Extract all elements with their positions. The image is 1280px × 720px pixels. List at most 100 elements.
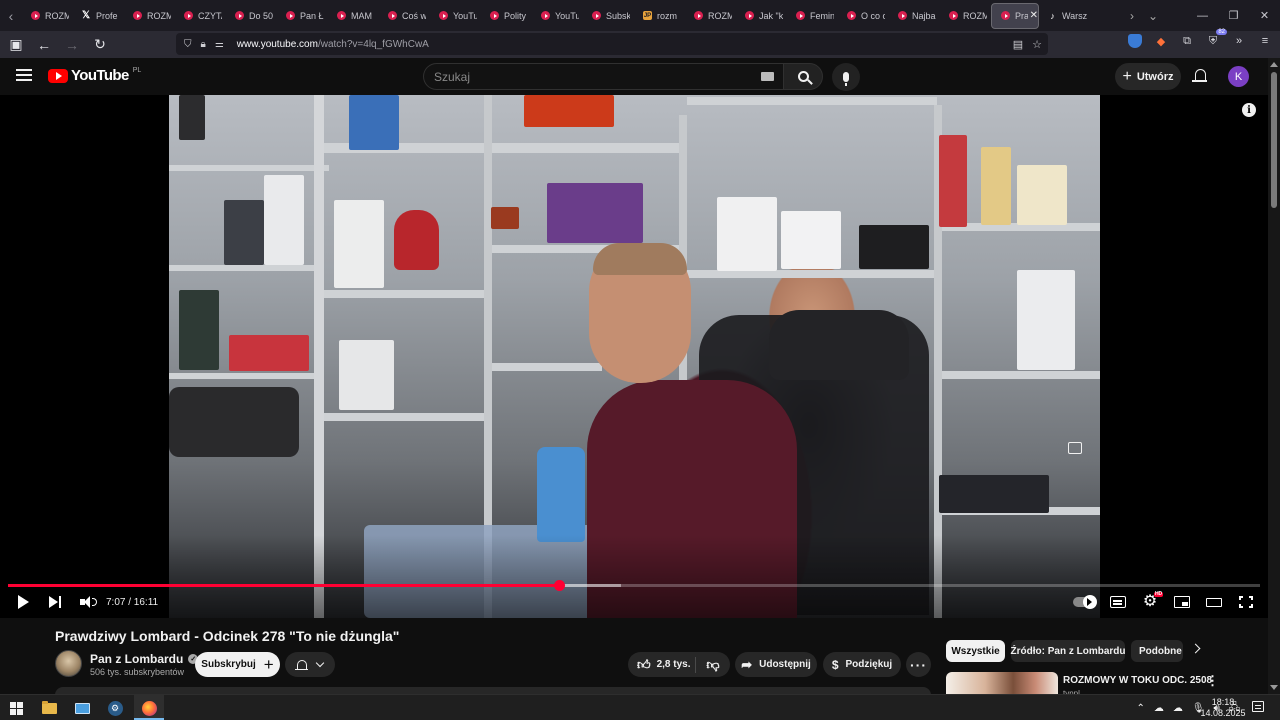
tab[interactable]: YouTu [430, 3, 481, 29]
file-explorer-button[interactable] [40, 699, 58, 717]
tab-active[interactable]: Pra✕ [991, 2, 1039, 29]
mute-button[interactable] [77, 591, 99, 613]
recommendation-thumbnail[interactable] [946, 672, 1058, 694]
scroll-down-icon[interactable] [1270, 685, 1278, 690]
more-actions-button[interactable]: ··· [906, 652, 931, 677]
dislike-button[interactable]: 👎︎ [696, 658, 730, 671]
thanks-button[interactable]: $ Podziękuj [823, 652, 901, 677]
chip-from-channel[interactable]: Źródło: Pan z Lombardu [1011, 640, 1126, 662]
tab[interactable]: Femin [787, 3, 838, 29]
restore-icon[interactable]: ❐ [1218, 0, 1249, 31]
tab[interactable]: O co c [838, 3, 889, 29]
back-arrow-icon[interactable]: ← [32, 33, 56, 57]
tab[interactable]: Coś w [379, 3, 430, 29]
address-bar[interactable]: ⛉ 🔒︎ ⚌ www.youtube.com/watch?v=4lq_fGWhC… [176, 33, 1048, 55]
tab-scroll-left-icon[interactable]: ‹ [0, 0, 22, 31]
scrollbar-thumb[interactable] [1271, 72, 1277, 208]
autoplay-toggle[interactable] [1071, 591, 1097, 613]
page-scrollbar[interactable] [1268, 58, 1280, 694]
like-button[interactable]: 👍︎ 2,8 tys. [628, 656, 696, 673]
video-player[interactable]: i 7:07 / 16:11 ⚙ HD [0, 95, 1268, 618]
play-button[interactable] [12, 591, 34, 613]
lock-icon[interactable]: 🔒︎ [201, 39, 206, 50]
extensions-puzzle-icon[interactable]: ⧉ [1180, 34, 1194, 48]
account-avatar[interactable]: K [1228, 66, 1249, 87]
tab-scroll-right-icon[interactable]: › [1130, 9, 1134, 23]
channel-name-link[interactable]: Pan z Lombardu ✓ [90, 652, 199, 666]
extension-fox-icon[interactable]: ◆ [1154, 34, 1168, 48]
tracking-shield-icon[interactable]: ⛉ [184, 39, 192, 50]
tab-close-icon[interactable]: ✕ [1030, 10, 1038, 21]
chips-next-chevron-icon[interactable] [1190, 643, 1201, 654]
bookmark-star-icon[interactable]: ☆ [1032, 38, 1042, 51]
theater-mode-button[interactable] [1203, 591, 1225, 613]
firefox-button[interactable] [140, 699, 158, 717]
youtube-favicon-icon [898, 11, 907, 20]
tray-expand-icon[interactable]: ⌃ [1136, 703, 1144, 714]
tab-label: Najba [912, 10, 936, 21]
onedrive-cloud-icon[interactable]: ☁ [1154, 703, 1164, 714]
reader-view-icon[interactable]: ▤ [1013, 38, 1023, 51]
chip-all[interactable]: Wszystkie [946, 640, 1005, 662]
minimize-icon[interactable]: — [1187, 0, 1218, 31]
tab[interactable]: ROZM [22, 3, 73, 29]
tab[interactable]: ROZM [685, 3, 736, 29]
create-button[interactable]: + Utwórz [1115, 63, 1181, 90]
tab[interactable]: Subsk [583, 3, 634, 29]
extension-shield-badge-icon[interactable]: ⛨ 82 [1206, 29, 1227, 48]
subtitles-button[interactable] [1107, 591, 1129, 613]
close-window-icon[interactable]: ✕ [1249, 0, 1280, 31]
tab[interactable]: Polity [481, 3, 532, 29]
x-favicon-icon: 𝕏 [82, 10, 91, 21]
subscribe-button[interactable]: Subskrybuj + [195, 652, 280, 677]
onedrive-cloud-2-icon[interactable]: ☁ [1173, 703, 1183, 714]
share-button[interactable]: ➦ Udostępnij [735, 652, 817, 677]
notifications-bell-icon[interactable] [1191, 67, 1208, 85]
voice-search-button[interactable] [832, 63, 860, 91]
tab[interactable]: Najba [889, 3, 940, 29]
hamburger-menu-icon[interactable] [16, 69, 32, 81]
scrubber-handle[interactable] [553, 580, 565, 591]
search-button[interactable] [783, 63, 823, 90]
notification-center-icon[interactable] [1252, 701, 1264, 712]
steam-button[interactable]: ⚙ [106, 699, 124, 717]
tab[interactable]: CZYTA [175, 3, 226, 29]
tab[interactable]: MAM [328, 3, 379, 29]
tab[interactable]: JP rozm [634, 3, 685, 29]
fullscreen-button[interactable] [1235, 591, 1257, 613]
miniplayer-button[interactable] [1171, 591, 1193, 613]
keyboard-icon[interactable] [761, 72, 774, 81]
chip-similar[interactable]: Podobne [1131, 640, 1183, 662]
reload-icon[interactable]: ↻ [88, 33, 112, 57]
video-info-icon[interactable]: i [1242, 103, 1256, 117]
channel-avatar[interactable] [55, 650, 82, 677]
notification-settings-button[interactable] [285, 652, 335, 677]
youtube-logo[interactable]: YouTube PL [48, 67, 141, 84]
next-video-button[interactable] [44, 591, 66, 613]
tab[interactable]: YouTu [532, 3, 583, 29]
tab[interactable]: Do 50 [226, 3, 277, 29]
tab[interactable]: ROZM [940, 3, 991, 29]
search-input[interactable]: Szukaj [423, 63, 784, 90]
overflow-chevron-icon[interactable]: » [1232, 34, 1246, 48]
tab[interactable]: Jak "k [736, 3, 787, 29]
tab[interactable]: ♪ Warsz [1039, 3, 1109, 29]
start-button[interactable] [7, 699, 25, 717]
sidebar-toggle-icon[interactable]: ▣ [4, 33, 28, 57]
tab-list-chevron-down-icon[interactable]: ⌄ [1148, 9, 1158, 23]
recommendation-title[interactable]: ROZMOWY W TOKU ODC. 2508 [1063, 675, 1212, 686]
system-clock[interactable]: 18:18 14.08.2025 [1200, 697, 1246, 719]
privacy-extension-icon[interactable] [1128, 34, 1142, 48]
settings-button[interactable]: ⚙ HD [1139, 591, 1164, 613]
expand-miniplayer-icon[interactable] [1068, 442, 1082, 454]
permissions-icon[interactable]: ⚌ [215, 39, 224, 50]
tab[interactable]: 𝕏 Profe [73, 3, 124, 29]
scroll-up-icon[interactable] [1270, 62, 1278, 67]
app-menu-icon[interactable]: ≡ [1258, 34, 1272, 48]
this-pc-button[interactable] [73, 699, 91, 717]
tab[interactable]: ROZM [124, 3, 175, 29]
tab[interactable]: Pan Ł [277, 3, 328, 29]
forward-arrow-icon[interactable]: → [60, 33, 84, 57]
recommendation-menu-icon[interactable]: ⋮ [1206, 674, 1219, 687]
progress-bar[interactable] [8, 580, 1260, 591]
